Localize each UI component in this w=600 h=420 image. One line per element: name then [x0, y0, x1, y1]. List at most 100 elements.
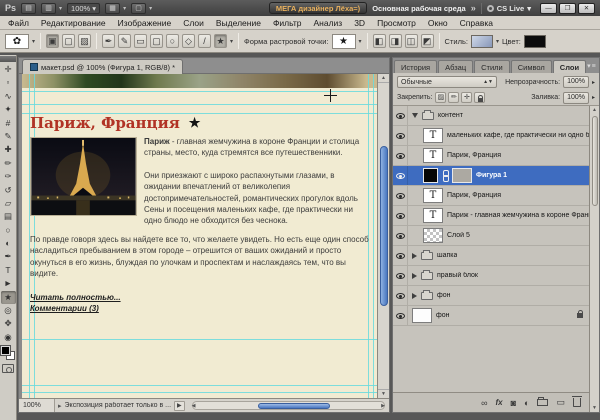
panel-menu-icon[interactable]: ▾≡: [587, 62, 597, 70]
exclude-shape-area-icon[interactable]: ◩: [421, 34, 434, 48]
pen-tool-icon[interactable]: ✒: [102, 34, 115, 48]
vector-mask-thumbnail[interactable]: [452, 168, 472, 183]
layers-scrollbar-thumb[interactable]: [592, 116, 598, 206]
opacity-arrow-icon[interactable]: ▸: [592, 79, 595, 86]
menu-filter[interactable]: Фильтр: [273, 18, 302, 28]
pixel-layer-thumbnail[interactable]: [423, 228, 443, 243]
cs-live-button[interactable]: CS Live ▾: [487, 4, 531, 13]
lasso-tool-icon[interactable]: ∿: [1, 90, 16, 103]
layer-row-group-background[interactable]: фон: [393, 286, 589, 306]
custom-shape-tool-icon[interactable]: ★: [214, 34, 227, 48]
eyedropper-tool-icon[interactable]: ✎: [1, 130, 16, 143]
visibility-eye-icon[interactable]: [393, 186, 408, 205]
mask-link-icon[interactable]: [442, 170, 448, 182]
collapse-triangle-icon[interactable]: [412, 113, 418, 118]
3d-rotate-tool-icon[interactable]: ◎: [1, 304, 16, 317]
layer-row-text[interactable]: T Париж, Франция: [393, 146, 589, 166]
expand-triangle-icon[interactable]: [412, 293, 417, 299]
vertical-scrollbar[interactable]: ▲ ▼: [377, 74, 389, 398]
visibility-eye-icon[interactable]: [393, 266, 408, 285]
scroll-up-arrow-icon[interactable]: ▲: [378, 74, 389, 83]
layer-row-shape-selected[interactable]: Фигура 1: [393, 166, 589, 186]
tab-history[interactable]: История: [394, 60, 437, 73]
eraser-tool-icon[interactable]: ▱: [1, 197, 16, 210]
text-layer-thumbnail[interactable]: T: [423, 188, 443, 203]
add-layer-mask-icon[interactable]: ◙: [511, 398, 516, 408]
status-flyout-icon[interactable]: ▶: [174, 401, 185, 411]
tab-paragraph[interactable]: Абзац: [438, 60, 473, 73]
visibility-eye-icon[interactable]: [393, 146, 408, 165]
menu-layers[interactable]: Слои: [183, 18, 204, 28]
visibility-eye-icon[interactable]: [393, 126, 408, 145]
subtract-shape-area-icon[interactable]: ◨: [389, 34, 402, 48]
zoom-level-control[interactable]: 100% ▾: [67, 3, 100, 14]
polygon-tool-icon[interactable]: ◇: [182, 34, 195, 48]
foreground-color-swatch[interactable]: [1, 346, 10, 355]
paths-mode-icon[interactable]: ▢: [62, 34, 75, 48]
gradient-tool-icon[interactable]: ▤: [1, 210, 16, 223]
scroll-right-arrow-icon[interactable]: ▶: [381, 402, 385, 410]
quick-selection-tool-icon[interactable]: ✦: [1, 103, 16, 116]
workspace-overflow-icon[interactable]: »: [471, 3, 476, 13]
menu-edit[interactable]: Редактирование: [41, 18, 106, 28]
expand-triangle-icon[interactable]: [412, 273, 417, 279]
vertical-scrollbar-thumb[interactable]: [380, 146, 388, 306]
shape-layers-mode-icon[interactable]: ▣: [46, 34, 59, 48]
zoom-tool-icon[interactable]: ◉: [1, 331, 16, 344]
expand-triangle-icon[interactable]: [412, 253, 417, 259]
menu-select[interactable]: Выделение: [216, 18, 261, 28]
status-zoom-field[interactable]: 100%: [19, 399, 55, 412]
visibility-eye-icon[interactable]: [393, 246, 408, 265]
freeform-pen-tool-icon[interactable]: ✎: [118, 34, 131, 48]
blur-tool-icon[interactable]: ○: [1, 224, 16, 237]
layers-scrollbar[interactable]: ▲ ▼: [589, 106, 599, 412]
new-group-icon[interactable]: [537, 399, 548, 406]
fill-pixels-mode-icon[interactable]: ▨: [78, 34, 91, 48]
text-layer-thumbnail[interactable]: T: [423, 128, 443, 143]
tool-preset-icon[interactable]: ✿: [5, 34, 29, 49]
type-tool-icon[interactable]: T: [1, 264, 16, 277]
marquee-tool-icon[interactable]: ▫: [1, 76, 16, 89]
delete-layer-icon[interactable]: [573, 398, 581, 407]
custom-shape-tool-icon[interactable]: ★: [1, 291, 16, 304]
pen-tool-icon[interactable]: ✒: [1, 250, 16, 263]
canvas[interactable]: Париж, Франция ★: [22, 74, 377, 398]
hand-tool-icon[interactable]: ✥: [1, 317, 16, 330]
layer-row-pixel[interactable]: Слой 5: [393, 226, 589, 246]
layer-row-group-content[interactable]: контент: [393, 106, 589, 126]
line-tool-icon[interactable]: /: [198, 34, 211, 48]
tab-character[interactable]: Символ: [511, 60, 552, 73]
lock-all-icon[interactable]: [474, 92, 485, 103]
visibility-eye-icon[interactable]: [393, 286, 408, 305]
style-swatch[interactable]: [471, 35, 493, 48]
text-layer-thumbnail[interactable]: T: [423, 208, 443, 223]
layer-row-group-rightblock[interactable]: правый блок: [393, 266, 589, 286]
layer-style-icon[interactable]: fx: [495, 398, 502, 407]
clone-stamp-tool-icon[interactable]: ✑: [1, 170, 16, 183]
launch-bridge-icon[interactable]: ▤: [21, 3, 36, 14]
adjustment-layer-icon[interactable]: ◐: [524, 398, 529, 408]
visibility-eye-icon[interactable]: [393, 206, 408, 225]
workspace-active-button[interactable]: МЕГА дизайнер Лёха=): [269, 2, 367, 14]
shape-fill-thumbnail[interactable]: [423, 168, 438, 183]
move-tool-icon[interactable]: ✛: [1, 63, 16, 76]
rounded-rectangle-tool-icon[interactable]: ▢: [150, 34, 163, 48]
ellipse-tool-icon[interactable]: ○: [166, 34, 179, 48]
horizontal-scrollbar[interactable]: ◀ ▶: [192, 401, 385, 410]
lock-transparency-icon[interactable]: ▨: [435, 92, 446, 103]
intersect-shape-area-icon[interactable]: ◫: [405, 34, 418, 48]
lock-pixels-icon[interactable]: ✏: [448, 92, 459, 103]
new-layer-icon[interactable]: ▭: [556, 397, 565, 408]
menu-image[interactable]: Изображение: [118, 18, 172, 28]
quick-mask-mode-icon[interactable]: [2, 364, 14, 373]
opacity-value[interactable]: 100%: [563, 76, 589, 88]
layer-row-text[interactable]: T маленьких кафе, где практически ни одн…: [393, 126, 589, 146]
history-brush-tool-icon[interactable]: ↺: [1, 184, 16, 197]
panel-drag-handle[interactable]: [0, 56, 16, 62]
lock-position-icon[interactable]: ✛: [461, 92, 472, 103]
close-button[interactable]: ✕: [578, 3, 595, 14]
add-shape-area-icon[interactable]: ◧: [373, 34, 386, 48]
menu-file[interactable]: Файл: [8, 18, 29, 28]
rectangle-tool-icon[interactable]: ▭: [134, 34, 147, 48]
scroll-down-arrow-icon[interactable]: ▼: [378, 389, 389, 398]
